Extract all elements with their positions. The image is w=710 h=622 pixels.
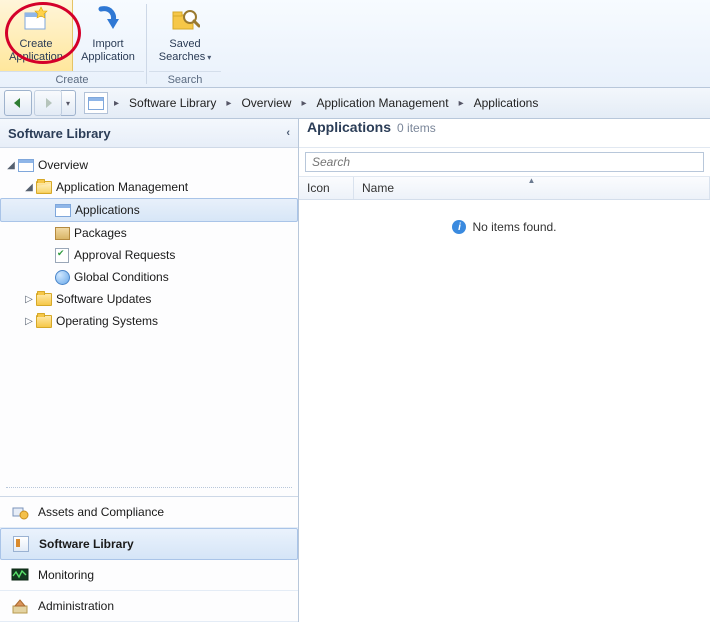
- tree-node-packages[interactable]: · Packages: [0, 222, 298, 244]
- saved-searches-icon: [169, 4, 201, 36]
- expander-icon[interactable]: ◢: [4, 160, 18, 171]
- admin-icon: [10, 596, 30, 616]
- navigation-bar: ▾ ▸ Software Library ▸ Overview ▸ Applic…: [0, 88, 710, 119]
- saved-searches-label-2: Searches: [159, 51, 205, 63]
- breadcrumb-item[interactable]: Software Library: [123, 96, 222, 110]
- workspace-administration[interactable]: Administration: [0, 591, 298, 622]
- column-headers: Icon Name ▲: [299, 177, 710, 200]
- ribbon-separator: [146, 4, 147, 84]
- saved-searches-button[interactable]: SavedSearches▾: [149, 0, 221, 71]
- tree-node-label: Approval Requests: [74, 248, 175, 262]
- import-application-label-2: Application: [81, 51, 135, 63]
- import-application-label-1: Import: [92, 38, 123, 50]
- tree-node-label: Application Management: [56, 180, 188, 194]
- breadcrumb-separator: ▸: [455, 98, 468, 109]
- app-window-icon: [55, 202, 71, 218]
- content-item-count: 0 items: [397, 121, 436, 135]
- breadcrumb-item[interactable]: Application Management: [310, 96, 454, 110]
- workspace-switcher: Assets and Compliance Software Library M…: [0, 496, 298, 622]
- nav-pane-title: Software Library: [8, 126, 111, 141]
- tree-node-label: Global Conditions: [74, 270, 169, 284]
- globe-icon: [54, 269, 70, 285]
- ribbon: CreateApplication ImportApplication Crea…: [0, 0, 710, 88]
- saved-searches-label-1: Saved: [169, 38, 200, 50]
- approval-icon: [54, 247, 70, 263]
- workspace-label: Assets and Compliance: [38, 505, 164, 519]
- tree-node-label: Packages: [74, 226, 127, 240]
- tree-node-label: Operating Systems: [56, 314, 158, 328]
- content-pane: Applications 0 items Icon Name ▲ i No it…: [299, 119, 710, 622]
- chevron-down-icon: ▾: [207, 53, 211, 62]
- nav-back-button[interactable]: [4, 90, 32, 116]
- expander-icon[interactable]: ▷: [22, 294, 36, 305]
- content-title: Applications: [307, 119, 391, 135]
- results-area: i No items found.: [299, 200, 710, 622]
- breadcrumb: Software Library ▸ Overview ▸ Applicatio…: [123, 91, 710, 115]
- empty-state: i No items found.: [452, 220, 556, 234]
- breadcrumb-item[interactable]: Applications: [468, 96, 545, 110]
- ribbon-group-label-search: Search: [149, 71, 221, 88]
- workspace-assets[interactable]: Assets and Compliance: [0, 497, 298, 528]
- workspace-label: Software Library: [39, 537, 134, 551]
- overview-icon: [18, 157, 34, 173]
- empty-state-text: No items found.: [472, 220, 556, 234]
- ribbon-group-label-create: Create: [0, 71, 144, 88]
- column-header-icon[interactable]: Icon: [299, 177, 354, 199]
- tree-node-overview[interactable]: ◢ Overview: [0, 154, 298, 176]
- collapse-pane-button[interactable]: ‹: [286, 127, 290, 139]
- ribbon-group-create: CreateApplication ImportApplication Crea…: [0, 0, 144, 87]
- expander-icon[interactable]: ▷: [22, 316, 36, 327]
- nav-forward-button[interactable]: [34, 90, 62, 116]
- workspace-monitoring[interactable]: Monitoring: [0, 560, 298, 591]
- import-app-icon: [92, 4, 124, 36]
- tree-node-applications[interactable]: · Applications: [0, 198, 298, 222]
- create-app-icon: [20, 4, 52, 36]
- tree-node-global-conditions[interactable]: · Global Conditions: [0, 266, 298, 288]
- info-icon: i: [452, 220, 466, 234]
- library-icon: [11, 534, 31, 554]
- workspace-label: Monitoring: [38, 568, 94, 582]
- pane-splitter[interactable]: [6, 487, 292, 492]
- breadcrumb-separator: ▸: [222, 98, 235, 109]
- import-application-button[interactable]: ImportApplication: [72, 0, 144, 71]
- package-icon: [54, 225, 70, 241]
- tree-node-label: Software Updates: [56, 292, 151, 306]
- tree-node-operating-systems[interactable]: ▷ Operating Systems: [0, 310, 298, 332]
- folder-open-icon: [36, 179, 52, 195]
- tree-node-application-management[interactable]: ◢ Application Management: [0, 176, 298, 198]
- sort-ascending-icon: ▲: [528, 176, 536, 185]
- monitoring-icon: [10, 565, 30, 585]
- expander-icon[interactable]: ◢: [22, 182, 36, 193]
- breadcrumb-separator: ▸: [297, 98, 310, 109]
- tree-node-approval-requests[interactable]: · Approval Requests: [0, 244, 298, 266]
- ribbon-group-search: SavedSearches▾ Search: [149, 0, 221, 87]
- column-header-name[interactable]: Name ▲: [354, 177, 710, 199]
- breadcrumb-root-icon[interactable]: [84, 92, 108, 114]
- content-header: Applications 0 items: [299, 119, 710, 148]
- chevron-down-icon: ▾: [66, 99, 70, 108]
- create-application-button[interactable]: CreateApplication: [0, 0, 72, 71]
- tree-node-label: Applications: [75, 203, 140, 217]
- tree-node-software-updates[interactable]: ▷ Software Updates: [0, 288, 298, 310]
- navigation-tree: ◢ Overview ◢ Application Management · Ap…: [0, 148, 298, 483]
- assets-icon: [10, 502, 30, 522]
- search-input[interactable]: [305, 152, 704, 172]
- nav-pane-header: Software Library ‹: [0, 119, 298, 148]
- create-application-label-1: Create: [19, 38, 52, 50]
- workspace-label: Administration: [38, 599, 114, 613]
- tree-node-label: Overview: [38, 158, 88, 172]
- folder-icon: [36, 313, 52, 329]
- breadcrumb-item[interactable]: Overview: [235, 96, 297, 110]
- nav-history-dropdown[interactable]: ▾: [61, 90, 76, 116]
- folder-icon: [36, 291, 52, 307]
- create-application-label-2: Application: [9, 51, 63, 63]
- breadcrumb-separator: ▸: [110, 98, 123, 109]
- navigation-pane: Software Library ‹ ◢ Overview ◢ Applicat…: [0, 119, 299, 622]
- workspace-software-library[interactable]: Software Library: [0, 528, 298, 560]
